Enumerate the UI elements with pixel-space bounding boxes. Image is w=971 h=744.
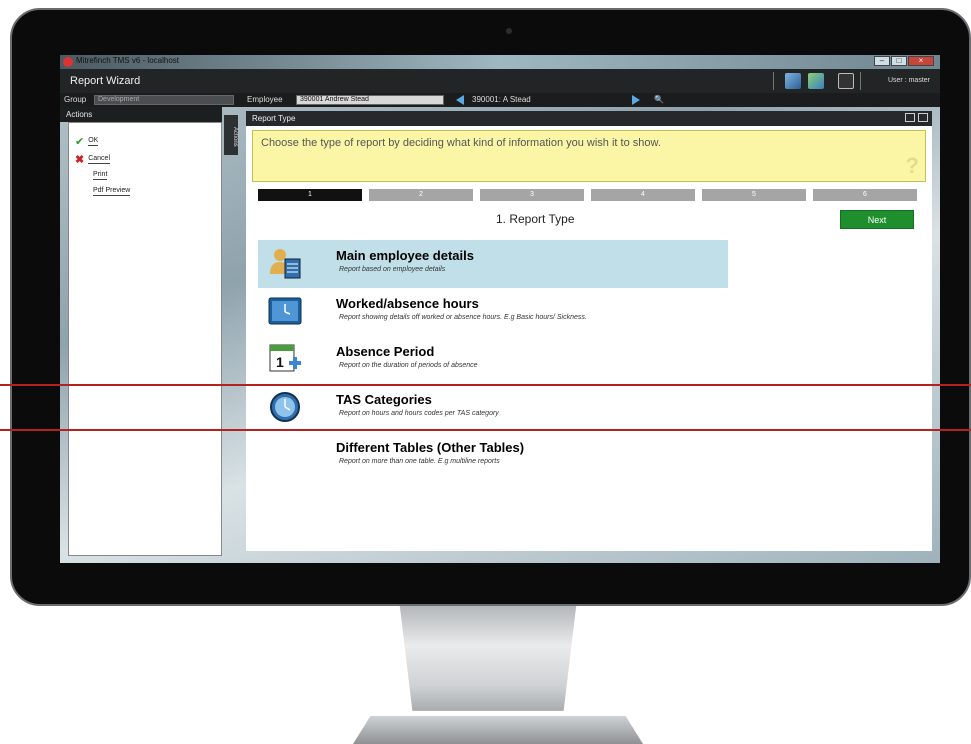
option-title: Different Tables (Other Tables): [336, 440, 525, 455]
pdf-preview-action[interactable]: Pdf Preview: [93, 187, 131, 196]
report-type-heading: Report Type: [246, 111, 932, 126]
ok-action[interactable]: ✔ OK: [75, 135, 99, 148]
camera-dot: [506, 28, 512, 34]
check-icon: ✔: [75, 136, 85, 148]
option-description: Report on more than one table. E.g multi…: [339, 458, 500, 465]
option-absence-period[interactable]: 1 Absence Period Report on the duration …: [258, 336, 728, 384]
svg-text:1: 1: [276, 354, 284, 370]
next-button[interactable]: Next: [840, 210, 914, 229]
minimize-button[interactable]: –: [874, 56, 890, 66]
employee-icon: [270, 249, 301, 279]
actions-panel: ✔ OK ✖ Cancel Print Pdf Preview: [68, 122, 222, 556]
employee-nav-label: 390001: A Stead: [472, 95, 531, 104]
option-title: Main employee details: [336, 248, 474, 263]
option-title: Absence Period: [336, 344, 435, 359]
window-title: Mitrefinch TMS v6 - localhost: [76, 56, 179, 65]
monitor-stand: [399, 606, 577, 711]
cancel-icon: ✖: [75, 154, 85, 166]
option-description: Report on the duration of periods of abs…: [339, 362, 478, 369]
step-1[interactable]: 1: [258, 189, 362, 201]
close-button[interactable]: ×: [908, 56, 934, 66]
highlight-line-bottom: [0, 429, 971, 431]
step-2[interactable]: 2: [369, 189, 473, 201]
option-description: Report based on employee details: [339, 266, 446, 273]
panel-title: Report Type: [252, 114, 296, 123]
instruction-box: Choose the type of report by deciding wh…: [252, 130, 926, 182]
clock-icon: [270, 392, 300, 422]
monitor-foot: [353, 716, 643, 744]
group-label: Group: [64, 95, 87, 104]
next-employee-icon[interactable]: [632, 95, 640, 105]
maximize-button[interactable]: □: [891, 56, 907, 66]
step-6[interactable]: 6: [813, 189, 917, 201]
ok-label: OK: [88, 137, 99, 146]
option-description: Report showing details off worked or abs…: [339, 314, 587, 321]
option-worked-absence-hours[interactable]: Worked/absence hours Report showing deta…: [258, 288, 728, 336]
home-icon[interactable]: [785, 73, 801, 89]
report-type-panel: Choose the type of report by deciding wh…: [246, 126, 932, 551]
wizard-title: Report Wizard: [70, 75, 141, 87]
help-icon[interactable]: ?: [906, 153, 919, 179]
screen: Mitrefinch TMS v6 - localhost – □ × Repo…: [60, 55, 940, 563]
option-title: Worked/absence hours: [336, 296, 479, 311]
pdf-preview-label: Pdf Preview: [93, 187, 131, 196]
dropdown-icon[interactable]: [838, 73, 854, 89]
option-tas-categories[interactable]: TAS Categories Report on hours and hours…: [258, 384, 728, 432]
employee-label: Employee: [247, 95, 283, 104]
option-different-tables[interactable]: Different Tables (Other Tables) Report o…: [258, 432, 728, 480]
print-action[interactable]: Print: [93, 171, 108, 180]
user-label: User : master: [887, 77, 930, 84]
toolbar: Group Development Employee 390001 Andrew…: [60, 93, 940, 107]
employee-select[interactable]: 390001 Andrew Stead: [296, 95, 444, 105]
window-titlebar: Mitrefinch TMS v6 - localhost – □ ×: [60, 55, 940, 69]
step-3[interactable]: 3: [480, 189, 584, 201]
header-divider: [860, 72, 861, 90]
cancel-action[interactable]: ✖ Cancel: [75, 153, 111, 166]
calendar-icon: 1: [269, 344, 301, 372]
highlight-line-top: [0, 384, 971, 386]
previous-employee-icon[interactable]: [456, 95, 464, 105]
header-divider: [773, 72, 774, 90]
search-icon[interactable]: 🔍: [654, 95, 664, 104]
step-4[interactable]: 4: [591, 189, 695, 201]
group-select[interactable]: Development: [94, 95, 234, 105]
step-5[interactable]: 5: [702, 189, 806, 201]
restore-panel-icon[interactable]: [905, 113, 915, 122]
app-header: Report Wizard User : master: [60, 69, 940, 93]
actions-heading: Actions: [60, 107, 222, 122]
actions-side-tab[interactable]: Actions: [224, 115, 238, 155]
option-title: TAS Categories: [336, 392, 432, 407]
option-main-employee-details[interactable]: Main employee details Report based on em…: [258, 240, 728, 288]
cancel-label: Cancel: [88, 155, 111, 164]
instruction-text: Choose the type of report by deciding wh…: [261, 137, 661, 149]
popout-panel-icon[interactable]: [918, 113, 928, 122]
clock-screen-icon: [268, 297, 302, 325]
print-label: Print: [93, 171, 108, 180]
switch-icon[interactable]: [808, 73, 824, 89]
app-logo-icon: [63, 57, 73, 67]
option-description: Report on hours and hours codes per TAS …: [339, 410, 499, 417]
step-title: 1. Report Type: [496, 212, 575, 226]
